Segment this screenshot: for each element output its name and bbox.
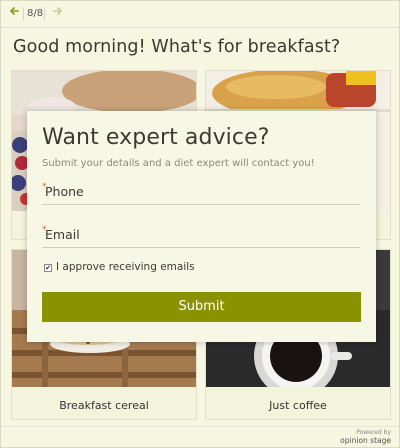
submit-button[interactable]: Submit (42, 292, 361, 322)
powered-by-text: Powered by (356, 429, 391, 436)
answer-label: Breakfast cereal (59, 399, 149, 412)
quiz-navigation: 8/8 (1, 1, 399, 28)
consent-label: I approve receiving emails (56, 261, 195, 273)
arrow-right-icon[interactable] (48, 5, 66, 23)
arrow-left-icon[interactable] (6, 5, 24, 23)
answer-label: Just coffee (269, 399, 327, 412)
modal-subtitle: Submit your details and a diet expert wi… (42, 158, 315, 169)
phone-field[interactable]: * Phone (42, 181, 360, 205)
modal-title: Want expert advice? (42, 125, 270, 150)
quiz-frame: 8/8 Good morning! What's for breakfast? (0, 0, 400, 448)
email-label: Email (45, 227, 80, 242)
email-field[interactable]: * Email (42, 224, 360, 248)
phone-label: Phone (45, 184, 84, 199)
nav-divider (23, 7, 24, 21)
page-counter: 8/8 (27, 8, 44, 19)
question-title: Good morning! What's for breakfast? (13, 37, 341, 57)
nav-divider (44, 7, 45, 21)
footer-divider (1, 426, 399, 427)
brand-logo-text: opinion stage (340, 436, 391, 445)
consent-checkbox[interactable]: ✔ (44, 264, 52, 272)
lead-form-modal: Want expert advice? Submit your details … (27, 111, 376, 342)
powered-by-badge[interactable]: Powered by opinion stage (340, 429, 391, 445)
